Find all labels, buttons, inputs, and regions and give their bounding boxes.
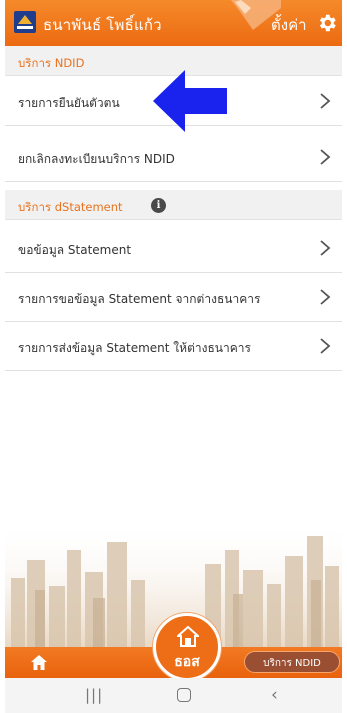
menu-item-label: ยกเลิกลงทะเบียนบริการ NDID — [18, 152, 175, 166]
ndid-button-label: บริการ NDID — [263, 658, 321, 669]
bank-logo-icon — [14, 11, 36, 33]
info-icon[interactable]: i — [151, 198, 166, 213]
chevron-right-icon — [320, 240, 331, 256]
section-label: บริการ dStatement — [18, 200, 123, 214]
center-button-label: ธอส — [174, 654, 200, 670]
settings-label[interactable]: ตั้งค่า — [271, 13, 307, 37]
back-icon[interactable]: ‹ — [271, 685, 278, 705]
chevron-right-icon — [320, 149, 331, 165]
menu-item-label: รายการส่งข้อมูล Statement ให้ต่างธนาคาร — [18, 341, 251, 355]
menu-item-label: ขอข้อมูล Statement — [18, 243, 132, 257]
section-dstatement-header: บริการ dStatement i — [5, 190, 342, 220]
chevron-right-icon — [320, 93, 331, 109]
user-name-title: ธนาพันธ์ โพธิ์แก้ว — [43, 16, 162, 34]
section-label: บริการ NDID — [18, 56, 85, 70]
app-screen: ธนาพันธ์ โพธิ์แก้ว ตั้งค่า บริการ NDID ร… — [5, 0, 342, 713]
android-home-icon[interactable] — [177, 688, 191, 702]
gear-icon[interactable] — [316, 12, 338, 34]
menu-item-label: รายการขอข้อมูล Statement จากต่างธนาคาร — [18, 292, 261, 306]
menu-item-statement-from-other-banks[interactable]: รายการขอข้อมูล Statement จากต่างธนาคาร — [5, 273, 342, 322]
menu-item-request-statement[interactable]: ขอข้อมูล Statement — [5, 224, 342, 273]
chevron-right-icon — [320, 289, 331, 305]
ndid-service-button[interactable]: บริการ NDID — [244, 651, 340, 673]
chevron-right-icon — [320, 338, 331, 354]
menu-item-statement-to-other-banks[interactable]: รายการส่งข้อมูล Statement ให้ต่างธนาคาร — [5, 322, 342, 371]
menu-item-label: รายการยืนยันตัวตน — [18, 96, 120, 110]
menu-item-cancel-ndid[interactable]: ยกเลิกลงทะเบียนบริการ NDID — [5, 133, 342, 182]
app-header: ธนาพันธ์ โพธิ์แก้ว ตั้งค่า — [5, 0, 342, 46]
house-logo-icon — [177, 626, 199, 647]
home-icon[interactable] — [31, 655, 47, 670]
center-home-button[interactable]: ธอส — [153, 613, 221, 681]
annotation-arrow — [153, 70, 227, 132]
android-navigation-bar: ||| ‹ — [5, 678, 342, 713]
recent-apps-icon[interactable]: ||| — [85, 686, 103, 704]
